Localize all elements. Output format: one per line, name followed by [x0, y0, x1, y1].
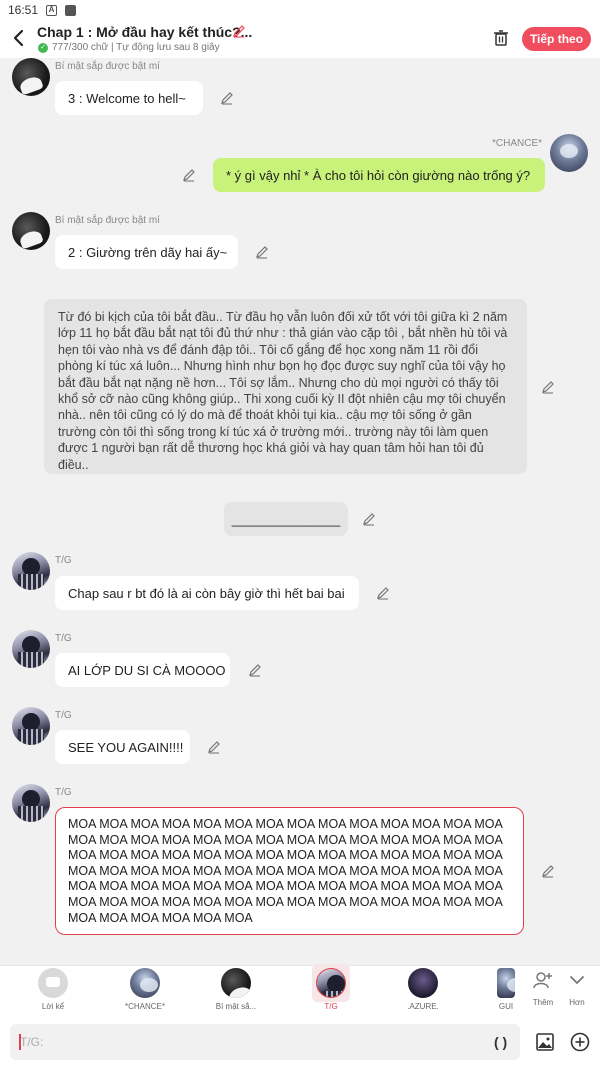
- status-time: 16:51: [8, 3, 39, 17]
- avatar-tg[interactable]: [12, 552, 50, 590]
- character-tg[interactable]: T/G: [298, 964, 364, 1011]
- narration-block[interactable]: Từ đó bi kịch của tôi bắt đầu.. Từ đầu h…: [44, 299, 527, 474]
- character-label: .AZURE.: [407, 1002, 439, 1011]
- composer: [0, 1018, 600, 1067]
- avatar-tg[interactable]: [12, 630, 50, 668]
- edit-title-icon[interactable]: [232, 24, 246, 38]
- edit-message-icon[interactable]: [362, 512, 376, 526]
- speaker-name: T/G: [55, 555, 72, 566]
- status-bar: 16:51 A: [0, 0, 600, 20]
- speaker-name: T/G: [55, 787, 72, 798]
- message-input[interactable]: [10, 1024, 520, 1060]
- next-button[interactable]: Tiếp theo: [522, 27, 591, 51]
- save-status: ✓ 777/300 chữ | Tự động lưu sau 8 giây: [38, 42, 220, 53]
- text-cursor: [19, 1034, 21, 1050]
- message-bubble[interactable]: 3 : Welcome to hell~: [55, 81, 203, 115]
- message-bubble[interactable]: AI LỚP DU SI CÀ MOOOO: [55, 653, 230, 687]
- parenthesis-button[interactable]: ( ): [494, 1034, 507, 1050]
- avatar-secret: [221, 968, 251, 998]
- edit-message-icon[interactable]: [376, 586, 390, 600]
- character-label: Lời kể: [41, 1002, 65, 1011]
- image-icon[interactable]: [535, 1032, 555, 1052]
- avatar-azure: [408, 968, 438, 998]
- character-bar: Lời kể *CHANCE* Bí mật sắ... T/G .AZURE.…: [0, 964, 600, 1018]
- message-bubble[interactable]: SEE YOU AGAIN!!!!: [55, 730, 190, 764]
- more-label: Hơn: [569, 998, 585, 1007]
- avatar-secret[interactable]: [12, 58, 50, 96]
- chapter-title[interactable]: Chap 1 : Mở đầu hay kết thúc?...: [37, 24, 252, 40]
- avatar-tg[interactable]: [12, 707, 50, 745]
- message-bubble[interactable]: * ý gì vậy nhỉ * À cho tôi hỏi còn giườn…: [213, 158, 545, 192]
- avatar-tg[interactable]: [12, 784, 50, 822]
- word-count-autosave: 777/300 chữ | Tự động lưu sau 8 giây: [52, 42, 220, 53]
- character-label: *CHANCE*: [124, 1002, 165, 1011]
- edit-message-icon[interactable]: [541, 380, 555, 394]
- character-label: Bí mật sắ...: [215, 1002, 257, 1011]
- check-icon: ✓: [38, 42, 48, 53]
- narrator-icon: [38, 968, 68, 998]
- message-bubble-selected[interactable]: MOA MOA MOA MOA MOA MOA MOA MOA MOA MOA …: [55, 807, 524, 935]
- divider-bubble[interactable]: _______________: [224, 502, 348, 536]
- character-label: T/G: [324, 1002, 338, 1011]
- avatar-chance: [130, 968, 160, 998]
- character-label: GUI: [498, 1002, 514, 1011]
- edit-message-icon[interactable]: [541, 864, 555, 878]
- speaker-name: T/G: [55, 633, 72, 644]
- speaker-name: *CHANCE*: [492, 138, 543, 149]
- character-chance[interactable]: *CHANCE*: [112, 968, 178, 1011]
- speaker-name: Bí mật sắp được bật mí: [55, 61, 160, 72]
- add-icon[interactable]: [570, 1032, 590, 1052]
- message-bubble[interactable]: 2 : Giường trên dãy hai ấy~: [55, 235, 238, 269]
- message-bubble[interactable]: Chap sau r bt đó là ai còn bây giờ thì h…: [55, 576, 359, 610]
- edit-message-icon[interactable]: [248, 663, 262, 677]
- edit-message-icon[interactable]: [207, 740, 221, 754]
- notification-icon: [65, 4, 77, 16]
- avatar-tg: [316, 968, 346, 998]
- avatar-gui: [497, 968, 515, 998]
- avatar-secret[interactable]: [12, 212, 50, 250]
- avatar-chance[interactable]: [550, 134, 588, 172]
- editor-header: Chap 1 : Mở đầu hay kết thúc?... ✓ 777/3…: [0, 20, 600, 58]
- character-gui[interactable]: GUI: [486, 968, 526, 1011]
- app-a-icon: A: [46, 4, 58, 16]
- edit-message-icon[interactable]: [182, 168, 196, 182]
- speaker-name: T/G: [55, 710, 72, 721]
- add-person-icon: [533, 972, 552, 989]
- trash-icon[interactable]: [492, 29, 510, 47]
- more-characters-button[interactable]: Hơn: [557, 970, 597, 1007]
- back-icon[interactable]: [8, 26, 30, 50]
- selected-character-frame: [312, 964, 350, 1002]
- character-secret[interactable]: Bí mật sắ...: [203, 968, 269, 1011]
- character-azure[interactable]: .AZURE.: [390, 968, 456, 1011]
- speaker-name: Bí mật sắp được bật mí: [55, 215, 160, 226]
- chevron-down-icon: [570, 976, 584, 985]
- edit-message-icon[interactable]: [255, 245, 269, 259]
- character-narrator[interactable]: Lời kể: [20, 968, 86, 1011]
- edit-message-icon[interactable]: [220, 91, 234, 105]
